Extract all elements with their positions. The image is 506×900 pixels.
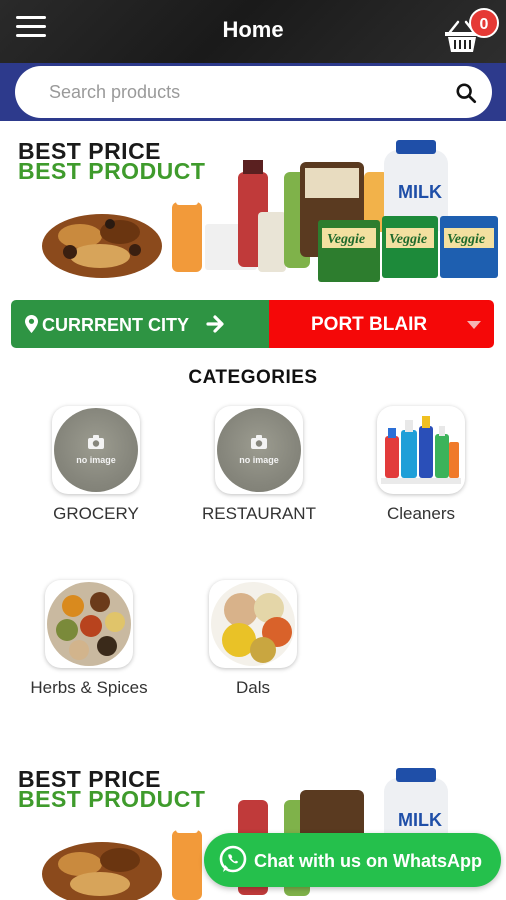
app-screen: Home 0 BEST PRICE BEST PRODUCT	[0, 0, 506, 900]
no-image-text: no image	[239, 455, 279, 465]
dals-image	[211, 582, 295, 666]
cart-count-badge: 0	[469, 8, 499, 38]
city-dropdown[interactable]: PORT BLAIR	[269, 300, 494, 348]
page-title: Home	[222, 17, 284, 42]
map-pin-icon	[25, 315, 38, 333]
cleaners-image	[381, 416, 461, 484]
current-city-label: CURRRENT CITY	[42, 315, 189, 335]
search-box	[15, 66, 492, 118]
category-image	[45, 580, 133, 668]
selected-city: PORT BLAIR	[311, 314, 428, 335]
promo-banner[interactable]: BEST PRICE BEST PRODUCT MILK Veggie Vegg…	[0, 132, 506, 292]
category-label: RESTAURANT	[202, 504, 316, 523]
packet-label-3: Veggie	[447, 232, 485, 247]
milk-label: MILK	[398, 182, 442, 202]
category-cleaners[interactable]: Cleaners	[341, 406, 501, 556]
top-app-bar: Home 0	[0, 0, 506, 63]
whatsapp-chat-label: Chat with us on WhatsApp	[254, 851, 482, 871]
packet-label-2: Veggie	[389, 232, 427, 247]
camera-icon	[251, 435, 267, 449]
category-image: no image	[52, 406, 140, 494]
search-icon[interactable]	[455, 82, 477, 104]
no-image-placeholder: no image	[54, 408, 138, 492]
category-herbs-spices[interactable]: Herbs & Spices	[9, 580, 169, 730]
herbs-spices-image	[47, 582, 131, 666]
whatsapp-chat-button[interactable]: Chat with us on WhatsApp	[204, 833, 501, 887]
no-image-text: no image	[76, 455, 116, 465]
milk-label: MILK	[398, 810, 442, 830]
category-grocery[interactable]: no image GROCERY	[16, 406, 176, 556]
arrow-right-icon	[206, 315, 224, 333]
current-city-label-box: CURRRENT CITY	[11, 300, 269, 348]
category-image: no image	[215, 406, 303, 494]
category-label: GROCERY	[53, 504, 139, 523]
category-label: Dals	[235, 678, 270, 697]
category-label: Herbs & Spices	[30, 678, 148, 697]
camera-icon	[88, 435, 104, 449]
category-image	[209, 580, 297, 668]
chevron-down-icon	[467, 321, 481, 329]
category-label: Cleaners	[386, 504, 456, 523]
packet-label-1: Veggie	[327, 232, 365, 247]
no-image-placeholder: no image	[217, 408, 301, 492]
whatsapp-icon	[219, 845, 247, 873]
categories-heading: CATEGORIES	[188, 367, 318, 388]
search-bar-container	[0, 63, 506, 121]
city-selector: CURRRENT CITY PORT BLAIR	[11, 300, 494, 348]
banner-product-image: MILK Veggie Veggie Veggie	[42, 140, 498, 282]
cart-button[interactable]: 0	[440, 6, 500, 58]
category-dals[interactable]: Dals	[173, 580, 333, 730]
category-image	[377, 406, 465, 494]
search-input[interactable]	[49, 76, 429, 108]
category-restaurant[interactable]: no image RESTAURANT	[179, 406, 339, 556]
